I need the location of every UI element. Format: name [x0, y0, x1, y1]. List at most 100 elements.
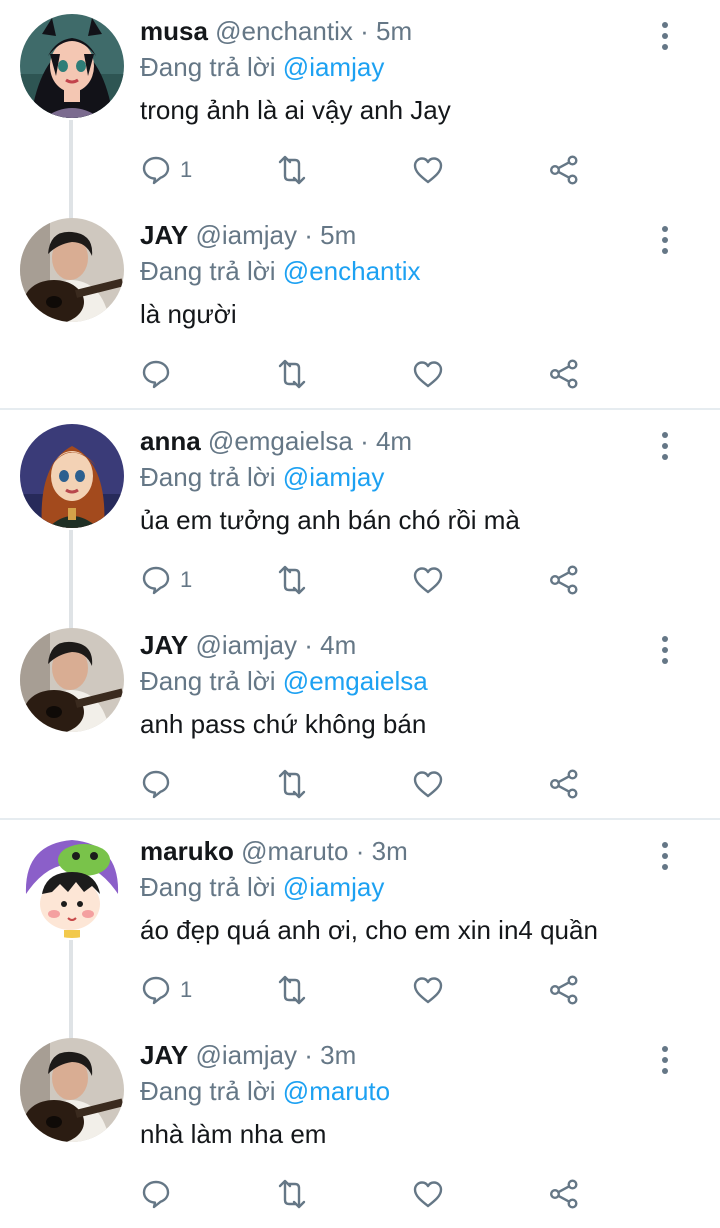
more-vertical-icon[interactable]: [650, 220, 680, 260]
tweet-text: là người: [140, 299, 237, 329]
user-name[interactable]: JAY: [140, 1040, 188, 1070]
mention-link[interactable]: @iamjay: [283, 462, 385, 492]
like-button[interactable]: [412, 352, 444, 396]
separator-dot: ·: [355, 836, 365, 866]
share-button[interactable]: [548, 762, 580, 806]
more-vertical-icon[interactable]: [650, 1040, 680, 1080]
user-name[interactable]: anna: [140, 426, 201, 456]
tweet-text: trong ảnh là ai vậy anh Jay: [140, 95, 451, 125]
more-vertical-icon[interactable]: [650, 836, 680, 876]
comment-icon: [140, 358, 172, 390]
retweet-button[interactable]: [274, 762, 310, 806]
replying-prefix: Đang trả lời: [140, 462, 276, 492]
retweet-button[interactable]: [274, 148, 310, 192]
timestamp[interactable]: 5m: [320, 220, 356, 250]
user-handle[interactable]: @iamjay: [195, 220, 297, 250]
tweet-header: JAY @iamjay · 4m: [140, 630, 356, 661]
replying-prefix: Đang trả lời: [140, 666, 276, 696]
reply-button[interactable]: 1: [140, 968, 192, 1012]
mention-link[interactable]: @maruto: [283, 1076, 390, 1106]
tweet-header: JAY @iamjay · 3m: [140, 1040, 356, 1071]
reply-button[interactable]: 1: [140, 148, 192, 192]
retweet-icon: [274, 974, 310, 1006]
thread: anna @emgaielsa · 4m Đang trả lời @iamja…: [0, 408, 720, 818]
retweet-button[interactable]: [274, 968, 310, 1012]
like-button[interactable]: [412, 558, 444, 602]
mention-link[interactable]: @enchantix: [283, 256, 421, 286]
avatar-jay[interactable]: [20, 628, 124, 732]
avatar-jay[interactable]: [20, 1038, 124, 1142]
reply-count: 1: [180, 977, 193, 1002]
action-bar: 1: [140, 148, 700, 192]
avatar-anna[interactable]: [20, 424, 124, 528]
like-button[interactable]: [412, 762, 444, 806]
retweet-icon: [274, 768, 310, 800]
replying-prefix: Đang trả lời: [140, 256, 276, 286]
user-handle[interactable]: @enchantix: [215, 16, 353, 46]
avatar-maruko[interactable]: [20, 834, 124, 938]
reply-tweet[interactable]: anna @emgaielsa · 4m Đang trả lời @iamja…: [0, 410, 720, 614]
replying-to: Đang trả lời @iamjay: [140, 872, 384, 903]
reply-tweet[interactable]: musa @enchantix · 5m Đang trả lời @iamja…: [0, 0, 720, 204]
timestamp[interactable]: 3m: [372, 836, 408, 866]
separator-dot: ·: [360, 16, 369, 46]
share-icon: [548, 768, 580, 800]
timestamp[interactable]: 4m: [376, 426, 412, 456]
comment-icon: [140, 768, 172, 800]
user-name[interactable]: maruko: [140, 836, 234, 866]
avatar-musa[interactable]: [20, 14, 124, 118]
retweet-button[interactable]: [274, 352, 310, 396]
tweet-text: áo đẹp quá anh ơi, cho em xin in4 quần: [140, 915, 598, 945]
reply-tweet[interactable]: maruko @maruto · 3m Đang trả lời @iamjay…: [0, 820, 720, 1024]
answer-tweet[interactable]: JAY @iamjay · 5m Đang trả lời @enchantix…: [0, 204, 720, 408]
reply-button[interactable]: [140, 1172, 172, 1216]
mention-link[interactable]: @iamjay: [283, 872, 385, 902]
heart-icon: [412, 564, 444, 596]
tweet-header: anna @emgaielsa · 4m: [140, 426, 412, 457]
share-button[interactable]: [548, 558, 580, 602]
share-button[interactable]: [548, 352, 580, 396]
action-bar: [140, 762, 700, 806]
user-handle[interactable]: @iamjay: [195, 1040, 297, 1070]
mention-link[interactable]: @iamjay: [283, 52, 385, 82]
like-button[interactable]: [412, 1172, 444, 1216]
answer-tweet[interactable]: JAY @iamjay · 4m Đang trả lời @emgaielsa…: [0, 614, 720, 818]
reply-button[interactable]: 1: [140, 558, 192, 602]
timestamp[interactable]: 5m: [376, 16, 412, 46]
timestamp[interactable]: 4m: [320, 630, 356, 660]
more-vertical-icon[interactable]: [650, 426, 680, 466]
share-button[interactable]: [548, 968, 580, 1012]
user-name[interactable]: JAY: [140, 630, 188, 660]
share-button[interactable]: [548, 148, 580, 192]
user-handle[interactable]: @iamjay: [195, 630, 297, 660]
answer-tweet[interactable]: JAY @iamjay · 3m Đang trả lời @maruto nh…: [0, 1024, 720, 1228]
avatar-jay[interactable]: [20, 218, 124, 322]
user-name[interactable]: JAY: [140, 220, 188, 250]
action-bar: 1: [140, 968, 700, 1012]
replying-prefix: Đang trả lời: [140, 52, 276, 82]
separator-dot: ·: [304, 630, 313, 660]
share-button[interactable]: [548, 1172, 580, 1216]
user-handle[interactable]: @maruto: [241, 836, 348, 866]
reply-button[interactable]: [140, 762, 172, 806]
like-button[interactable]: [412, 148, 444, 192]
user-name[interactable]: musa: [140, 16, 208, 46]
user-handle[interactable]: @emgaielsa: [208, 426, 353, 456]
mention-link[interactable]: @emgaielsa: [283, 666, 428, 696]
retweet-button[interactable]: [274, 1172, 310, 1216]
reply-button[interactable]: [140, 352, 172, 396]
heart-icon: [412, 974, 444, 1006]
timestamp[interactable]: 3m: [320, 1040, 356, 1070]
comment-icon: [140, 1178, 172, 1210]
separator-dot: ·: [304, 1040, 313, 1070]
comment-icon: [140, 974, 172, 1006]
retweet-icon: [274, 154, 310, 186]
action-bar: [140, 1172, 700, 1216]
share-icon: [548, 564, 580, 596]
share-icon: [548, 974, 580, 1006]
more-vertical-icon[interactable]: [650, 630, 680, 670]
like-button[interactable]: [412, 968, 444, 1012]
retweet-button[interactable]: [274, 558, 310, 602]
more-vertical-icon[interactable]: [650, 16, 680, 56]
heart-icon: [412, 768, 444, 800]
